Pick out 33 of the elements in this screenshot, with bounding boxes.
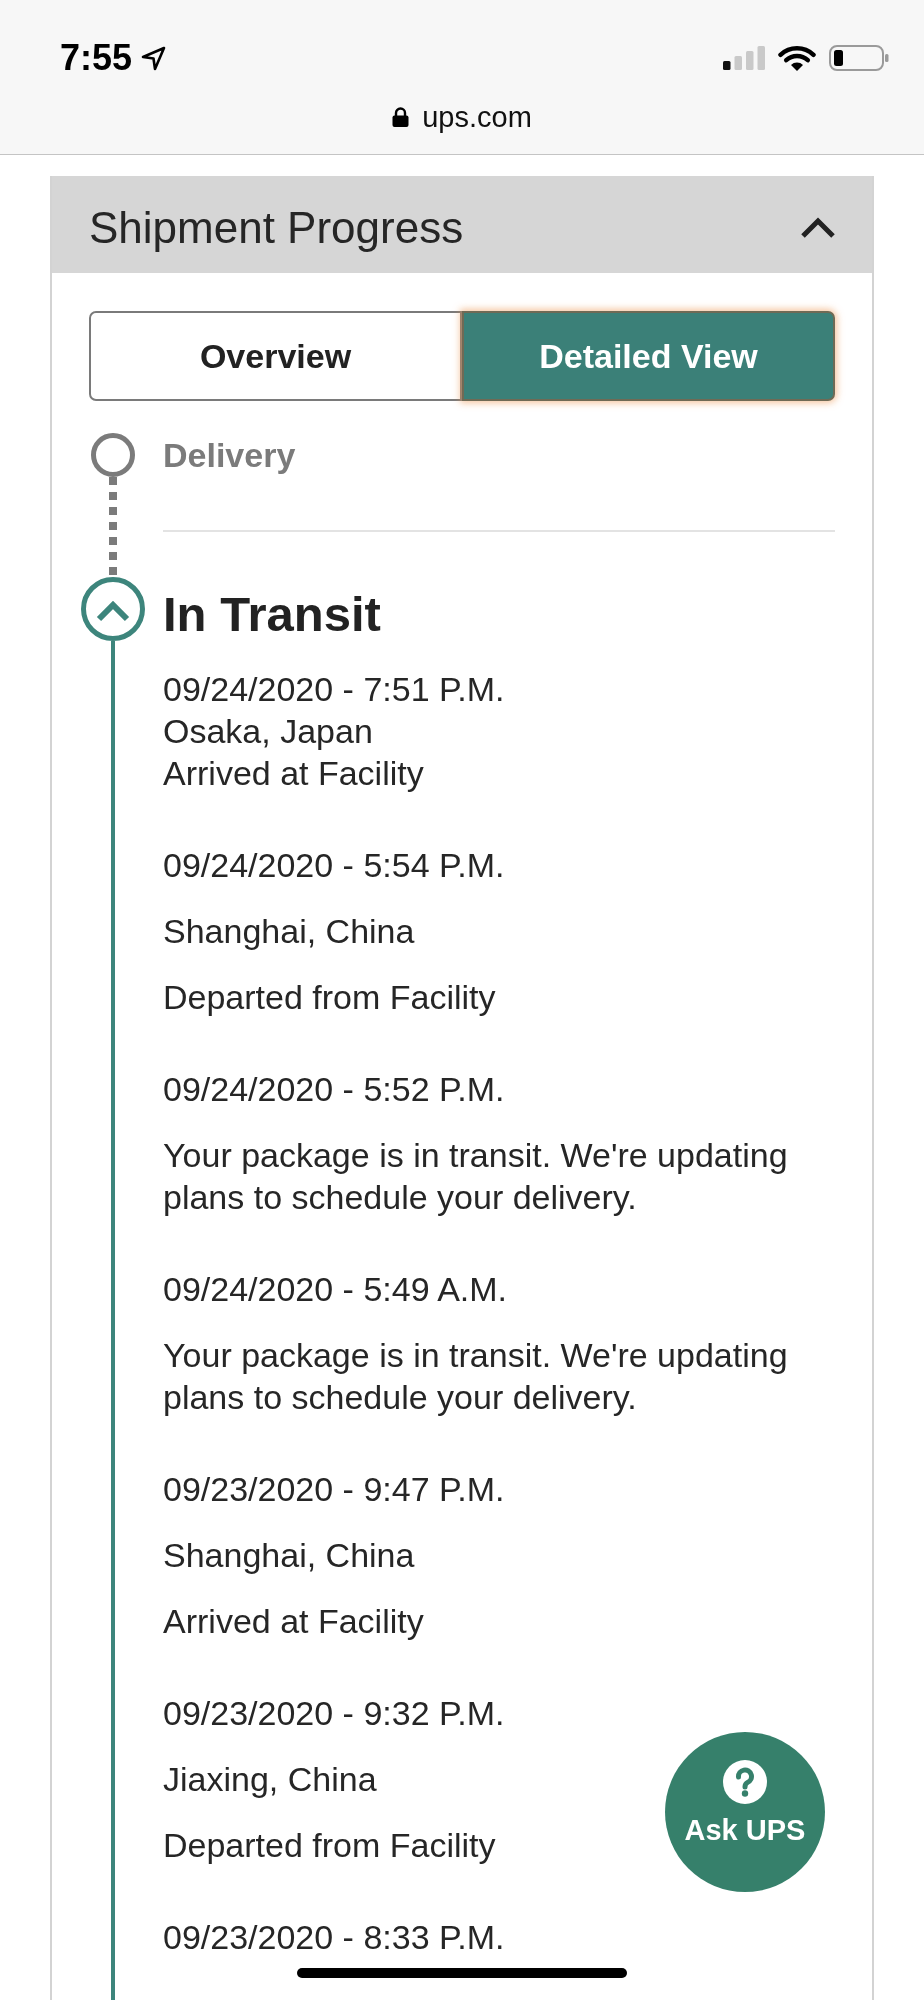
event-date: 09/24/2020 - 5:49 A.M. [163, 1269, 508, 1310]
event-activity: Departed from Facility [163, 977, 496, 1018]
chevron-up-icon[interactable] [800, 216, 836, 239]
event-date: 09/24/2020 - 7:51 P.M. [163, 669, 505, 710]
stage-title[interactable]: In Transit [163, 582, 381, 646]
view-tab[interactable]: Overview [89, 311, 462, 401]
chevron-circle-icon[interactable] [81, 577, 145, 641]
event-date: 09/23/2020 - 9:47 P.M. [163, 1469, 505, 1510]
view-tab[interactable]: Detailed View [462, 311, 835, 401]
event-activity: Arrived at Facility [163, 753, 424, 794]
wifi-icon [778, 44, 816, 72]
section-header[interactable]: Shipment Progress [52, 176, 872, 273]
signal-icon [723, 46, 765, 70]
event-date: 09/24/2020 - 5:52 P.M. [163, 1069, 505, 1110]
location-arrow-icon [141, 45, 167, 71]
event-location: Jiaxing, China [163, 1759, 377, 1800]
section-title: Shipment Progress [89, 201, 464, 254]
event-date: 09/24/2020 - 5:54 P.M. [163, 845, 505, 886]
status-time: 7:55 [60, 38, 133, 78]
stage-title: Delivery [163, 435, 296, 476]
address-bar-url[interactable]: ups.com [422, 99, 532, 135]
event-activity: Arrived at Facility [163, 1601, 424, 1642]
lock-icon [392, 107, 410, 127]
event-location: Osaka, Japan [163, 711, 373, 752]
help-icon [723, 1760, 767, 1804]
event-date: 09/23/2020 - 9:32 P.M. [163, 1693, 505, 1734]
event-activity: Your package is in transit. We're updating plans to schedule your delivery. [163, 1335, 789, 1418]
event-date: 09/23/2020 - 8:33 P.M. [163, 1917, 505, 1958]
event-location: Shanghai, China [163, 1535, 415, 1576]
event-location: Shanghai, China [163, 911, 415, 952]
battery-icon [829, 45, 889, 71]
event-activity: Your package is in transit. We're updating plans to schedule your delivery. [163, 1135, 789, 1218]
event-activity: Departed from Facility [163, 1825, 496, 1866]
